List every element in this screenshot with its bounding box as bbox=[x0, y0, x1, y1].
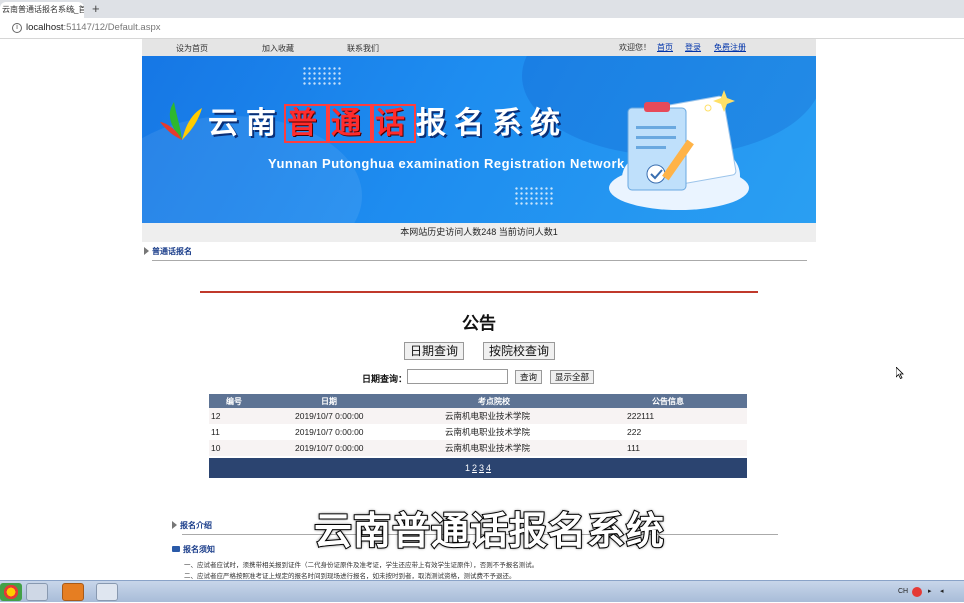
address-bar[interactable]: i localhost:51147/12/Default.aspx bbox=[0, 18, 964, 39]
url-text[interactable]: localhost:51147/12/Default.aspx bbox=[26, 22, 161, 33]
school-query-button[interactable]: 按院校查询 bbox=[483, 342, 556, 360]
table-row: 11 2019/10/7 0:00:00 云南机电职业技术学院 222 bbox=[209, 424, 747, 440]
os-taskbar: CH ▸ ◂ bbox=[0, 580, 964, 602]
login-link[interactable]: 登录 bbox=[685, 42, 701, 53]
cell-school: 云南机电职业技术学院 bbox=[445, 427, 531, 437]
info-icon[interactable]: i bbox=[12, 23, 22, 33]
browser-tab-strip: 云南普通话报名系统_首页 × + bbox=[0, 0, 964, 18]
home-link[interactable]: 首页 bbox=[657, 42, 673, 53]
antivirus-icon[interactable] bbox=[912, 587, 922, 597]
section-intro: 报名介绍 bbox=[172, 520, 212, 531]
arrow-icon bbox=[144, 247, 149, 255]
cell-id: 10 bbox=[211, 443, 221, 453]
rule-line: 一、应试者应试时，须携带相关报到证件（二代身份证原件及准考证，学生还应带上有效学… bbox=[184, 562, 539, 569]
add-favorite-link[interactable]: 加入收藏 bbox=[262, 43, 294, 54]
column-header: 编号 bbox=[209, 394, 259, 408]
chrome-icon[interactable] bbox=[0, 583, 22, 601]
column-header: 考点院校 bbox=[399, 394, 589, 408]
rules-heading-text: 报名须知 bbox=[183, 545, 215, 554]
search-button[interactable]: 查询 bbox=[515, 370, 543, 384]
dots-decoration bbox=[302, 66, 342, 86]
cell-date: 2019/10/7 0:00:00 bbox=[295, 411, 364, 421]
welcome-text: 欢迎您！ bbox=[619, 43, 651, 52]
visitor-count: 本网站历史访问人数248 当前访问人数1 bbox=[142, 223, 816, 242]
set-home-link[interactable]: 设为首页 bbox=[176, 43, 208, 54]
leaf-logo-icon bbox=[160, 102, 202, 140]
title-part: 报名系统 bbox=[416, 106, 568, 141]
register-link[interactable]: 免费注册 bbox=[714, 42, 746, 53]
title-part: 云南 bbox=[208, 106, 284, 141]
cell-school: 云南机电职业技术学院 bbox=[445, 411, 531, 421]
pagination: 1234 bbox=[209, 458, 747, 478]
page-link[interactable]: 2 bbox=[472, 463, 477, 473]
cell-info: 222 bbox=[627, 427, 642, 437]
page-content: 设为首页 加入收藏 联系我们 欢迎您！ 首页 登录 免费注册 云南普通话报名系统… bbox=[142, 39, 816, 580]
table-row: 12 2019/10/7 0:00:00 云南机电职业技术学院 222111 bbox=[209, 408, 747, 424]
title-highlight: 话 bbox=[372, 104, 416, 143]
arrow-icon bbox=[172, 521, 177, 529]
tab-close-icon[interactable]: × bbox=[70, 4, 75, 18]
section-registration: 普通话报名 bbox=[144, 246, 192, 257]
ime-icon[interactable]: CH bbox=[898, 581, 908, 603]
notice-table: 编号 日期 考点院校 公告信息 12 2019/10/7 0:00:00 云南机… bbox=[209, 394, 747, 456]
rule-line: 二、应试者应严格按照准考证上规定的报名时间到现场进行报名，如未按时到者，取消测试… bbox=[184, 573, 516, 580]
bullet-icon bbox=[172, 546, 180, 552]
url-path: :51147/12/Default.aspx bbox=[63, 22, 161, 33]
page-link[interactable]: 1 bbox=[465, 463, 470, 473]
volume-icon[interactable]: ◂ bbox=[940, 581, 944, 603]
tray-arrow-icon[interactable]: ▸ bbox=[928, 581, 932, 603]
red-divider bbox=[200, 291, 758, 293]
url-host: localhost bbox=[26, 22, 64, 33]
cell-date: 2019/10/7 0:00:00 bbox=[295, 427, 364, 437]
table-header-row: 编号 日期 考点院校 公告信息 bbox=[209, 394, 747, 408]
header-banner: 云南普通话报名系统 Yunnan Putonghua examination R… bbox=[142, 56, 816, 223]
column-header: 日期 bbox=[259, 394, 399, 408]
date-query-label: 日期查询： bbox=[362, 374, 408, 384]
app-icon[interactable] bbox=[26, 583, 48, 601]
browser-tab[interactable]: 云南普通话报名系统_首页 × bbox=[0, 2, 84, 18]
banner-title: 云南普通话报名系统 bbox=[208, 98, 568, 143]
cell-id: 12 bbox=[211, 411, 221, 421]
mouse-cursor-icon bbox=[896, 367, 904, 379]
rules-heading: 报名须知 bbox=[172, 544, 215, 555]
date-query-button[interactable]: 日期查询 bbox=[404, 342, 465, 360]
notice-title: 公告 bbox=[462, 314, 496, 333]
clipboard-illustration-icon bbox=[609, 90, 749, 210]
cell-school: 云南机电职业技术学院 bbox=[445, 443, 531, 453]
cell-id: 11 bbox=[211, 427, 220, 437]
caption-overlay: 云南普通话报名系统 bbox=[313, 508, 666, 554]
title-highlight: 普 bbox=[284, 104, 328, 143]
cell-date: 2019/10/7 0:00:00 bbox=[295, 443, 364, 453]
page-link[interactable]: 4 bbox=[486, 463, 491, 473]
page-link[interactable]: 3 bbox=[479, 463, 484, 473]
section-label: 报名介绍 bbox=[180, 521, 212, 530]
contact-link[interactable]: 联系我们 bbox=[347, 43, 379, 54]
app-icon[interactable] bbox=[96, 583, 118, 601]
banner-subtitle: Yunnan Putonghua examination Registratio… bbox=[268, 156, 625, 171]
date-query-input[interactable] bbox=[407, 369, 508, 384]
system-tray: CH ▸ ◂ bbox=[894, 581, 964, 603]
new-tab-button[interactable]: + bbox=[92, 1, 100, 17]
table-row: 10 2019/10/7 0:00:00 云南机电职业技术学院 111 bbox=[209, 440, 747, 456]
column-header: 公告信息 bbox=[589, 394, 747, 408]
dots-decoration bbox=[514, 186, 554, 206]
cell-info: 222111 bbox=[627, 411, 655, 421]
top-nav: 设为首页 加入收藏 联系我们 欢迎您！ 首页 登录 免费注册 bbox=[142, 39, 816, 56]
divider bbox=[152, 260, 807, 261]
section-label: 普通话报名 bbox=[152, 247, 192, 256]
cell-info: 111 bbox=[627, 443, 640, 453]
show-all-button[interactable]: 显示全部 bbox=[550, 370, 595, 384]
help-icon[interactable] bbox=[62, 583, 84, 601]
title-highlight: 通 bbox=[328, 104, 372, 143]
